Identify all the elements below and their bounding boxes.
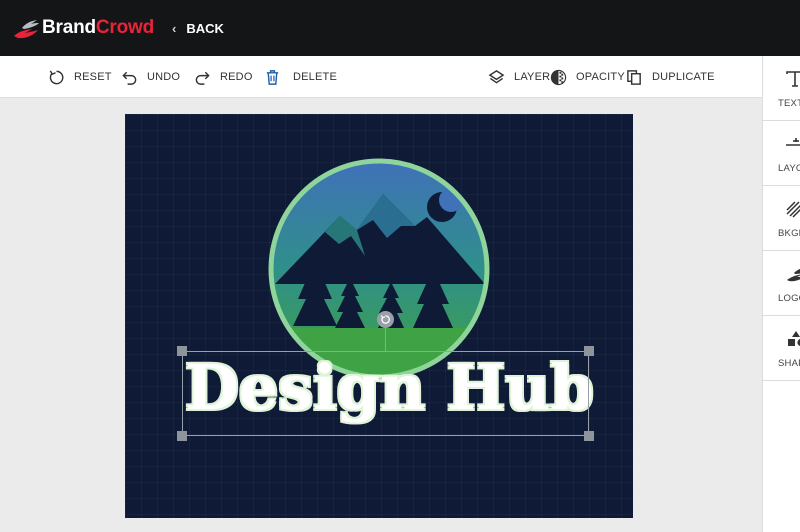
editor-toolbar: RESET UNDO REDO DELETE LAYER OPACITY DUP…	[0, 56, 762, 98]
reset-label: RESET	[74, 71, 112, 83]
layout-icon	[786, 138, 800, 146]
resize-handle-bottom-left[interactable]	[177, 431, 187, 441]
brand-name-part1: Brand	[42, 17, 96, 38]
rotate-stem	[385, 327, 386, 351]
undo-button[interactable]: UNDO	[121, 56, 180, 98]
opacity-label: OPACITY	[576, 71, 625, 83]
panel-item-label: LAYOUT	[778, 163, 800, 174]
brand-name: BrandCrowd	[42, 17, 154, 39]
resize-handle-top-right[interactable]	[584, 346, 594, 356]
text-icon	[786, 71, 800, 87]
layer-button[interactable]: LAYER	[488, 56, 550, 98]
selection-box[interactable]	[182, 351, 589, 436]
brand-logo[interactable]: BrandCrowd	[12, 16, 154, 40]
panel-item-shapes[interactable]: SHAPES	[763, 316, 800, 381]
duplicate-label: DUPLICATE	[652, 71, 715, 83]
shapes-icon	[788, 331, 800, 346]
panel-item-layout[interactable]: LAYOUT	[763, 121, 800, 186]
back-button[interactable]: ‹ BACK	[172, 21, 224, 36]
rotate-icon	[380, 315, 390, 324]
trash-icon	[266, 69, 279, 85]
brand-mark-icon	[14, 20, 39, 39]
right-side-panel: TEXT LAYOUT BKGROUND LOGO SHAPES	[762, 56, 800, 532]
panel-item-label: TEXT	[778, 98, 800, 109]
redo-button[interactable]: REDO	[194, 56, 253, 98]
rotate-handle[interactable]	[377, 311, 394, 328]
panel-item-background[interactable]: BKGROUND	[763, 186, 800, 251]
redo-label: REDO	[220, 71, 253, 83]
opacity-icon	[550, 69, 567, 85]
layer-label: LAYER	[514, 71, 551, 83]
opacity-button[interactable]: OPACITY	[550, 56, 625, 98]
background-icon	[786, 201, 800, 218]
reset-icon	[49, 70, 64, 84]
panel-item-logo[interactable]: LOGO	[763, 251, 800, 316]
panel-item-label: BKGROUND	[778, 228, 800, 239]
panel-item-text[interactable]: TEXT	[763, 56, 800, 121]
delete-button[interactable]: DELETE	[264, 56, 337, 98]
top-bar: BrandCrowd ‹ BACK	[0, 0, 800, 56]
back-label: BACK	[186, 20, 224, 36]
brand-name-part2: Crowd	[95, 17, 155, 38]
logo-icon	[787, 268, 800, 282]
reset-button[interactable]: RESET	[48, 56, 112, 98]
chevron-left-icon: ‹	[172, 20, 177, 36]
undo-label: UNDO	[147, 71, 181, 83]
resize-handle-bottom-right[interactable]	[584, 431, 594, 441]
duplicate-button[interactable]: DUPLICATE	[626, 56, 715, 98]
design-canvas[interactable]: Design Hub	[125, 114, 633, 518]
panel-item-label: SHAPES	[778, 358, 800, 369]
delete-label: DELETE	[293, 71, 337, 83]
duplicate-icon	[627, 69, 641, 85]
redo-icon	[195, 71, 210, 85]
layers-icon	[488, 69, 505, 84]
panel-item-label: LOGO	[778, 293, 800, 304]
undo-icon	[122, 71, 137, 85]
resize-handle-top-left[interactable]	[177, 346, 187, 356]
